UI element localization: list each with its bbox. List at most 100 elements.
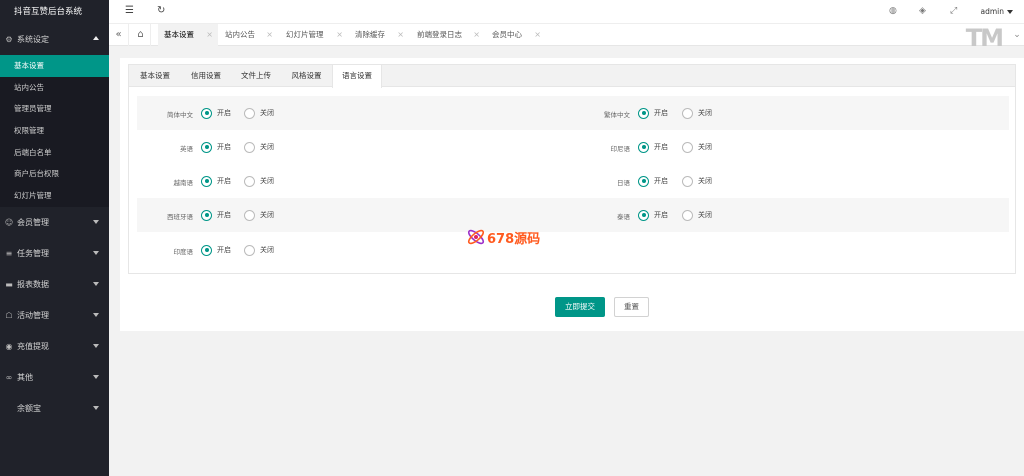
reset-button[interactable]: 重置 — [614, 297, 649, 317]
language-row: 英语 开启 关闭 印尼语 开启 关闭 — [137, 130, 1009, 164]
page-tab-member-center[interactable]: 会员中心 × — [486, 24, 546, 46]
activity-icon: ☖ — [5, 310, 13, 320]
close-icon[interactable]: × — [206, 24, 213, 46]
chevron-down-icon — [93, 343, 99, 348]
gear-icon: ⚙ — [5, 35, 13, 44]
sidebar-item-slides[interactable]: 幻灯片管理 — [0, 185, 109, 207]
sidebar-group-label: 系统设定 — [17, 35, 49, 44]
page-tab-clear-cache[interactable]: 清除缓存 × — [349, 24, 409, 46]
sidebar-group-activities[interactable]: ☖ 活动管理 — [0, 300, 109, 331]
radio-on[interactable]: 开启 — [638, 208, 668, 222]
chevron-down-icon — [93, 281, 99, 286]
content-card: 基本设置 信用设置 文件上传 风格设置 语言设置 简体中文 开启 关闭 繁体中文… — [120, 58, 1024, 331]
sidebar-item-admin-management[interactable]: 管理员管理 — [0, 98, 109, 120]
sidebar-group-system[interactable]: ⚙ 系统设定 — [0, 24, 109, 55]
radio-on[interactable]: 开启 — [638, 174, 668, 188]
sidebar-item-announcements[interactable]: 站内公告 — [0, 77, 109, 99]
radio-on[interactable]: 开启 — [201, 174, 231, 188]
radio-on[interactable]: 开启 — [201, 106, 231, 120]
sidebar-group-other[interactable]: ∞ 其他 — [0, 362, 109, 393]
sidebar-group-reports[interactable]: ▬ 报表数据 — [0, 269, 109, 300]
sidebar-group-label: 报表数据 — [17, 279, 49, 289]
radio-off[interactable]: 关闭 — [682, 106, 712, 120]
language-row: 越南语 开启 关闭 日语 开启 关闭 — [137, 164, 1009, 198]
language-row: 简体中文 开启 关闭 繁体中文 开启 关闭 — [137, 96, 1009, 130]
tag-icon[interactable]: ◈ — [919, 6, 926, 16]
sidebar-item-merchant-permissions[interactable]: 商户后台权限 — [0, 163, 109, 185]
tab-language[interactable]: 语言设置 — [332, 65, 382, 88]
page-tab-announcements[interactable]: 站内公告 × — [219, 24, 278, 46]
fullscreen-icon[interactable]: ⤢ — [950, 6, 957, 16]
close-icon[interactable]: × — [336, 24, 343, 46]
page-tab-slides[interactable]: 幻灯片管理 × — [280, 24, 348, 46]
top-header: ☰ ↻ ◍ ◈ ⤢ admin — [109, 0, 1024, 24]
double-chevron-left-icon[interactable]: « — [109, 24, 129, 46]
close-icon[interactable]: × — [534, 24, 541, 46]
language-label: 西班牙语 — [167, 213, 193, 221]
users-icon: ☺ — [4, 217, 14, 227]
radio-on[interactable]: 开启 — [638, 106, 668, 120]
language-label: 印尼语 — [610, 145, 631, 153]
report-icon: ▬ — [5, 279, 13, 289]
language-label: 简体中文 — [167, 111, 193, 119]
language-label: 越南语 — [173, 179, 194, 187]
sidebar-item-whitelist[interactable]: 后端白名单 — [0, 142, 109, 164]
sidebar-group-label: 余额宝 — [17, 403, 41, 413]
tab-upload[interactable]: 文件上传 — [231, 65, 281, 87]
tm-logo: TM — [965, 24, 1004, 52]
task-icon: ≡ — [5, 248, 13, 258]
chevron-up-icon — [93, 36, 99, 40]
radio-off[interactable]: 关闭 — [244, 243, 274, 257]
radio-off[interactable]: 关闭 — [682, 140, 712, 154]
watermark-text: 678源码 — [487, 232, 541, 247]
sidebar-group-label: 会员管理 — [17, 217, 49, 227]
radio-off[interactable]: 关闭 — [244, 140, 274, 154]
chevron-down-icon — [93, 374, 99, 379]
sidebar-submenu: 基本设置 站内公告 管理员管理 权限管理 后端白名单 商户后台权限 幻灯片管理 — [0, 55, 109, 207]
page-tab-strip: « ⌂ 基本设置 × 站内公告 × 幻灯片管理 × 清除缓存 × 前端登录日志 × 会员中… — [109, 24, 1024, 52]
menu-toggle-icon[interactable]: ☰ — [125, 5, 134, 16]
sidebar-group-yuebao[interactable]: 余额宝 — [0, 393, 109, 424]
radio-on[interactable]: 开启 — [201, 140, 231, 154]
page-tab-basic-settings[interactable]: 基本设置 × — [158, 24, 218, 46]
home-icon[interactable]: ⌂ — [131, 24, 151, 46]
language-label: 繁体中文 — [604, 111, 630, 119]
caret-down-icon — [1007, 10, 1013, 14]
radio-off[interactable]: 关闭 — [682, 208, 712, 222]
sidebar-item-basic-settings[interactable]: 基本设置 — [0, 55, 109, 77]
sidebar-group-label: 其他 — [17, 372, 33, 382]
settings-tabs: 基本设置 信用设置 文件上传 风格设置 语言设置 — [129, 65, 1015, 88]
user-menu[interactable]: admin — [981, 7, 1005, 16]
refresh-icon[interactable]: ↻ — [157, 5, 165, 16]
radio-on[interactable]: 开启 — [201, 208, 231, 222]
radio-on[interactable]: 开启 — [638, 140, 668, 154]
atom-icon — [467, 229, 485, 245]
chevron-down-icon — [93, 219, 99, 224]
sidebar-item-permissions[interactable]: 权限管理 — [0, 120, 109, 142]
sidebar-group-recharge[interactable]: ◉ 充值提现 — [0, 331, 109, 362]
close-icon[interactable]: × — [266, 24, 273, 46]
tab-credit[interactable]: 信用设置 — [181, 65, 231, 87]
radio-on[interactable]: 开启 — [201, 243, 231, 257]
sidebar-group-members[interactable]: ☺ 会员管理 — [0, 207, 109, 238]
language-label: 泰语 — [617, 213, 630, 221]
tab-style[interactable]: 风格设置 — [281, 65, 332, 87]
theme-icon[interactable]: ◍ — [889, 6, 897, 16]
app-title: 抖音互赞后台系统 — [0, 0, 109, 24]
tab-basic[interactable]: 基本设置 — [129, 65, 181, 87]
language-row: 印度语 开启 关闭 — [137, 233, 1009, 267]
radio-off[interactable]: 关闭 — [682, 174, 712, 188]
language-label: 印度语 — [173, 248, 194, 256]
settings-panel: 基本设置 信用设置 文件上传 风格设置 语言设置 简体中文 开启 关闭 繁体中文… — [128, 64, 1016, 274]
close-icon[interactable]: × — [397, 24, 404, 46]
chevron-down-icon[interactable]: ⌄ — [1010, 24, 1024, 46]
sidebar-group-label: 充值提现 — [17, 341, 49, 351]
sidebar: 抖音互赞后台系统 ⚙ 系统设定 基本设置 站内公告 管理员管理 权限管理 后端白… — [0, 0, 109, 476]
radio-off[interactable]: 关闭 — [244, 106, 274, 120]
close-icon[interactable]: × — [473, 24, 480, 46]
radio-off[interactable]: 关闭 — [244, 208, 274, 222]
sidebar-group-tasks[interactable]: ≡ 任务管理 — [0, 238, 109, 269]
page-tab-login-log[interactable]: 前端登录日志 × — [411, 24, 485, 46]
submit-button[interactable]: 立即提交 — [555, 297, 605, 317]
radio-off[interactable]: 关闭 — [244, 174, 274, 188]
